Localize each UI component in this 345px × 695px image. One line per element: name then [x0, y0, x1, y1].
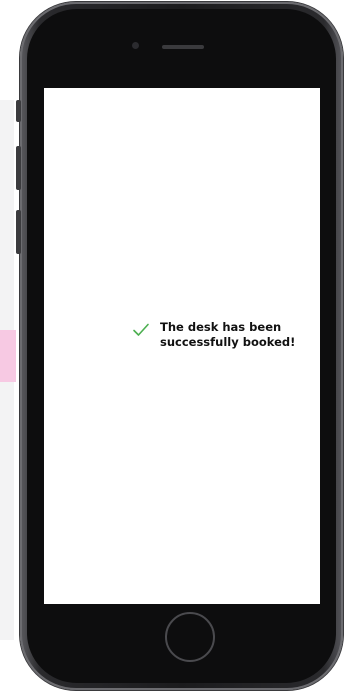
check-icon: [133, 323, 149, 336]
confirmation-line-2: successfully booked!: [160, 335, 296, 349]
volume-up-button: [16, 146, 21, 190]
earpiece-speaker: [162, 45, 204, 49]
confirmation-text: The desk has been successfully booked!: [160, 320, 295, 350]
home-button[interactable]: [165, 612, 215, 662]
background-accent: [0, 330, 16, 382]
mute-switch: [16, 100, 21, 122]
volume-down-button: [16, 210, 21, 254]
stage: The desk has been successfully booked!: [0, 0, 345, 695]
front-camera: [132, 42, 139, 49]
confirmation-line-1: The desk has been: [160, 320, 282, 334]
device-screen: The desk has been successfully booked!: [44, 88, 320, 604]
booking-confirmation: The desk has been successfully booked!: [132, 320, 332, 350]
